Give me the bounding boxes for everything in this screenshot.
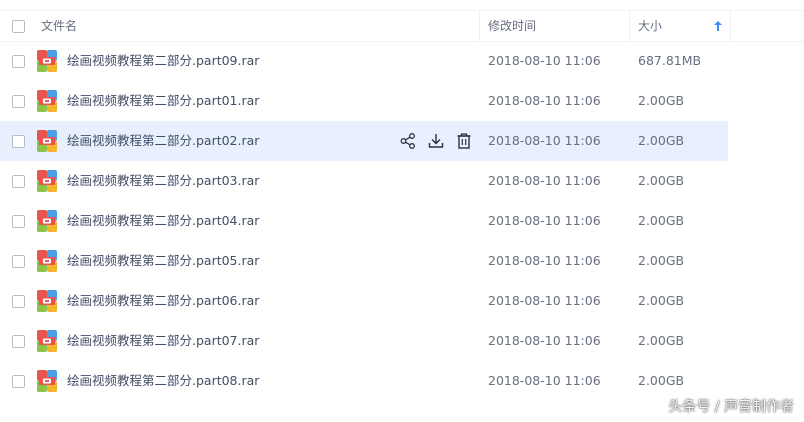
rar-archive-icon	[37, 370, 57, 392]
file-row[interactable]: 绘画视频教程第二部分.part01.rar 2018-08-10 11:06 2.0…	[0, 81, 728, 121]
file-size: 2.00GB	[638, 253, 685, 268]
column-divider	[730, 11, 731, 41]
file-name-link[interactable]: 绘画视频教程第二部分.part06.rar	[67, 281, 259, 321]
rar-archive-icon	[37, 130, 57, 152]
file-row[interactable]: 绘画视频教程第二部分.part05.rar 2018-08-10 11:06 2.0…	[0, 241, 728, 281]
download-icon[interactable]	[426, 131, 446, 151]
file-size: 2.00GB	[638, 293, 685, 308]
file-size: 2.00GB	[638, 133, 685, 148]
file-name-link[interactable]: 绘画视频教程第二部分.part03.rar	[67, 161, 259, 201]
share-icon[interactable]	[398, 131, 418, 151]
modified-time: 2018-08-10 11:06	[488, 293, 601, 308]
row-checkbox[interactable]	[12, 215, 25, 228]
select-all-checkbox[interactable]	[12, 20, 25, 33]
file-size: 687.81MB	[638, 53, 702, 68]
modified-time: 2018-08-10 11:06	[488, 53, 601, 68]
row-checkbox[interactable]	[12, 335, 25, 348]
row-checkbox[interactable]	[12, 175, 25, 188]
file-row[interactable]: 绘画视频教程第二部分.part02.rar 2018-08-10 11:06 2.0…	[0, 121, 728, 161]
modified-time: 2018-08-10 11:06	[488, 373, 601, 388]
column-header-name[interactable]: 文件名	[41, 11, 77, 41]
file-name-link[interactable]: 绘画视频教程第二部分.part04.rar	[67, 201, 259, 241]
modified-time: 2018-08-10 11:06	[488, 93, 601, 108]
row-checkbox[interactable]	[12, 135, 25, 148]
sort-ascending-icon[interactable]	[714, 21, 722, 31]
rar-archive-icon	[37, 210, 57, 232]
file-size: 2.00GB	[638, 173, 685, 188]
file-name-link[interactable]: 绘画视频教程第二部分.part05.rar	[67, 241, 259, 281]
delete-icon[interactable]	[454, 131, 474, 151]
file-list-header: 文件名 修改时间 大小	[0, 10, 804, 42]
file-size: 2.00GB	[638, 93, 685, 108]
modified-time: 2018-08-10 11:06	[488, 333, 601, 348]
file-row[interactable]: 绘画视频教程第二部分.part07.rar 2018-08-10 11:06 2.0…	[0, 321, 728, 361]
column-divider[interactable]	[479, 11, 480, 41]
row-checkbox[interactable]	[12, 95, 25, 108]
file-size: 2.00GB	[638, 213, 685, 228]
rar-archive-icon	[37, 170, 57, 192]
file-name-link[interactable]: 绘画视频教程第二部分.part09.rar	[67, 41, 259, 81]
file-name-link[interactable]: 绘画视频教程第二部分.part07.rar	[67, 321, 259, 361]
modified-time: 2018-08-10 11:06	[488, 173, 601, 188]
file-row[interactable]: 绘画视频教程第二部分.part06.rar 2018-08-10 11:06 2.0…	[0, 281, 728, 321]
file-size: 2.00GB	[638, 373, 685, 388]
row-checkbox[interactable]	[12, 295, 25, 308]
modified-time: 2018-08-10 11:06	[488, 253, 601, 268]
file-list: 文件名 修改时间 大小 绘画视频教程第二部分.part09.rar 2018-08…	[0, 0, 804, 422]
rar-archive-icon	[37, 250, 57, 272]
file-name-link[interactable]: 绘画视频教程第二部分.part08.rar	[67, 361, 259, 401]
file-name-link[interactable]: 绘画视频教程第二部分.part02.rar	[67, 121, 259, 161]
file-row[interactable]: 绘画视频教程第二部分.part09.rar 2018-08-10 11:06 687…	[0, 41, 728, 81]
row-checkbox[interactable]	[12, 255, 25, 268]
file-name-link[interactable]: 绘画视频教程第二部分.part01.rar	[67, 81, 259, 121]
rar-archive-icon	[37, 330, 57, 352]
watermark: 头条号 / 声音制作者	[668, 399, 794, 415]
row-actions	[398, 131, 478, 151]
file-row[interactable]: 绘画视频教程第二部分.part04.rar 2018-08-10 11:06 2.0…	[0, 201, 728, 241]
row-checkbox[interactable]	[12, 375, 25, 388]
modified-time: 2018-08-10 11:06	[488, 133, 601, 148]
rar-archive-icon	[37, 50, 57, 72]
file-row[interactable]: 绘画视频教程第二部分.part03.rar 2018-08-10 11:06 2.0…	[0, 161, 728, 201]
file-row[interactable]: 绘画视频教程第二部分.part08.rar 2018-08-10 11:06 2.0…	[0, 361, 728, 401]
column-header-size[interactable]: 大小	[638, 11, 662, 41]
rar-archive-icon	[37, 290, 57, 312]
column-header-modified[interactable]: 修改时间	[488, 11, 536, 41]
rar-archive-icon	[37, 90, 57, 112]
modified-time: 2018-08-10 11:06	[488, 213, 601, 228]
column-divider[interactable]	[629, 11, 630, 41]
file-size: 2.00GB	[638, 333, 685, 348]
row-checkbox[interactable]	[12, 55, 25, 68]
